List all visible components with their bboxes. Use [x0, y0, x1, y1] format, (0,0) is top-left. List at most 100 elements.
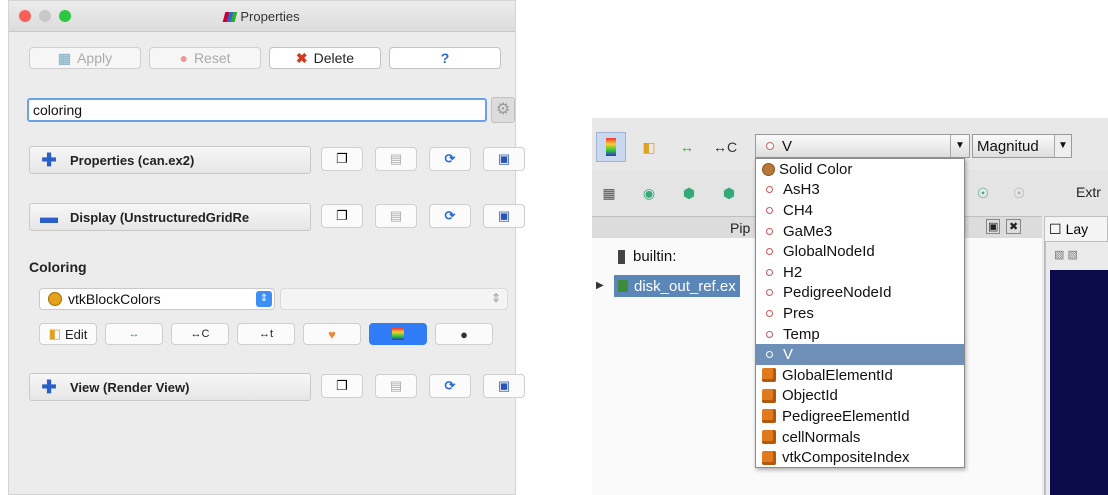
eye-visibility-icon: [618, 280, 628, 292]
copy-button[interactable]: ❐: [321, 374, 363, 398]
calculator-icon: ▦: [602, 184, 616, 201]
point-data-icon: [766, 351, 773, 359]
section-display[interactable]: ▬ Display (UnstructuredGridRe: [29, 203, 311, 231]
properties-panel: Properties ▦ Apply ● Reset ✖ Delete ? color…: [8, 0, 525, 495]
coloring-toolbar: ◧ Edit ↔ ↔C ↔t ♥ ●: [39, 323, 493, 345]
copy-button[interactable]: ❐: [321, 147, 363, 171]
dropdown-item-label: GaMe3: [783, 222, 833, 240]
copy-button[interactable]: ❐: [321, 204, 363, 228]
coloring-array-select[interactable]: vtkBlockColors ⇕: [39, 288, 275, 310]
search-input[interactable]: coloring: [27, 98, 487, 122]
restore-defaults-button[interactable]: ⟳: [429, 147, 471, 171]
stream-icon: ☉: [1012, 184, 1026, 201]
save-icon: ▣: [497, 378, 511, 393]
paste-button[interactable]: ▤: [375, 374, 417, 398]
dropdown-item[interactable]: Temp: [756, 324, 964, 345]
dropdown-item[interactable]: vtkCompositeIndex: [756, 447, 964, 468]
close-panel-button[interactable]: ✖: [1006, 219, 1022, 234]
clip-filter-button[interactable]: ⬢: [676, 180, 702, 206]
layout-toolbar: ▧ ▧: [1054, 248, 1078, 261]
render-view[interactable]: [1050, 270, 1108, 495]
apply-button[interactable]: ▦ Apply: [29, 47, 141, 69]
rescale-data-range-button[interactable]: ↔: [105, 323, 163, 345]
rescale-custom-range-button[interactable]: ↔C: [712, 134, 738, 160]
dropdown-item[interactable]: AsH3: [756, 180, 964, 201]
slice-icon: ⬢: [722, 184, 736, 201]
section-view[interactable]: ✚ View (Render View): [29, 373, 311, 401]
save-defaults-button[interactable]: ▣: [483, 374, 525, 398]
edit-color-map-button[interactable]: ◧: [636, 134, 662, 160]
paste-button[interactable]: ▤: [375, 204, 417, 228]
rescale-custom-icon: ↔C: [712, 139, 738, 155]
help-button[interactable]: ?: [389, 47, 501, 69]
edit-color-map-button[interactable]: ◧ Edit: [39, 323, 97, 345]
layout-tab[interactable]: ☐ Lay: [1044, 216, 1108, 242]
calculator-filter-button[interactable]: ▦: [596, 180, 622, 206]
delete-button[interactable]: ✖ Delete: [269, 47, 381, 69]
contour-icon: ◉: [642, 184, 656, 201]
toggle-color-legend-button[interactable]: [369, 323, 427, 345]
expand-plus-icon: ✚: [41, 376, 57, 397]
restore-defaults-button[interactable]: ⟳: [429, 374, 471, 398]
rescale-data-range-button[interactable]: ↔: [674, 134, 700, 160]
dropdown-item[interactable]: ObjectId: [756, 386, 964, 407]
tree-item-disk-out-ref[interactable]: disk_out_ref.ex: [614, 275, 740, 297]
paste-icon: ▤: [389, 151, 403, 166]
paraview-main-window-crop: ◧ ↔ ↔C V ▼ Magnitud ▼ ▦ ◉ ⬢ ⬢ ☉ ☉ Extr P…: [592, 118, 1108, 495]
restore-defaults-button[interactable]: ⟳: [429, 204, 471, 228]
glyph-filter-button[interactable]: ☉: [970, 180, 996, 206]
coloring-component-select[interactable]: ⇕: [280, 288, 508, 310]
tree-item-builtin[interactable]: builtin:: [618, 248, 676, 265]
dropdown-item[interactable]: cellNormals: [756, 427, 964, 448]
paste-button[interactable]: ▤: [375, 147, 417, 171]
extract-filter-label[interactable]: Extr: [1076, 184, 1101, 200]
contour-filter-button[interactable]: ◉: [636, 180, 662, 206]
point-data-icon: [766, 186, 773, 194]
dropdown-item[interactable]: V: [756, 344, 964, 365]
splitter[interactable]: [1044, 238, 1046, 495]
edit-color-legend-button[interactable]: ●: [435, 323, 493, 345]
advanced-settings-gear-button[interactable]: ⚙: [491, 97, 515, 123]
expand-arrow-icon[interactable]: ▶: [596, 280, 604, 291]
dropdown-item[interactable]: PedigreeNodeId: [756, 283, 964, 304]
preset-icon: ♥: [328, 326, 336, 342]
dropdown-item[interactable]: Pres: [756, 303, 964, 324]
copy-icon: ❐: [336, 151, 348, 166]
split-vertical-icon[interactable]: ▧: [1067, 249, 1077, 261]
reset-button[interactable]: ● Reset: [149, 47, 261, 69]
color-by-select[interactable]: V ▼: [755, 134, 970, 158]
dropdown-item[interactable]: Solid Color: [756, 159, 964, 180]
rescale-temporal-range-button[interactable]: ↔t: [237, 323, 295, 345]
dropdown-item[interactable]: GlobalNodeId: [756, 241, 964, 262]
dropdown-item-label: V: [783, 346, 794, 364]
section-properties[interactable]: ✚ Properties (can.ex2): [29, 146, 311, 174]
float-panel-button[interactable]: ▣: [986, 219, 1001, 234]
slice-filter-button[interactable]: ⬢: [716, 180, 742, 206]
rescale-custom-icon: ↔C: [190, 328, 210, 340]
dropdown-item-label: GlobalElementId: [782, 366, 893, 384]
refresh-icon: ⟳: [444, 151, 456, 166]
dropdown-item[interactable]: GaMe3: [756, 221, 964, 242]
rescale-custom-range-button[interactable]: ↔C: [171, 323, 229, 345]
split-icon[interactable]: ▧: [1054, 249, 1064, 261]
block-colors-icon: [48, 292, 62, 306]
view-section-buttons: ❐ ▤ ⟳ ▣: [321, 374, 525, 400]
point-data-icon: [766, 309, 773, 317]
dropdown-item-label: Solid Color: [779, 160, 853, 178]
component-select[interactable]: Magnitud ▼: [972, 134, 1072, 158]
choose-preset-button[interactable]: ♥: [303, 323, 361, 345]
save-defaults-button[interactable]: ▣: [483, 204, 525, 228]
dropdown-item[interactable]: PedigreeElementId: [756, 406, 964, 427]
dropdown-arrow-icon: ▼: [950, 135, 969, 157]
dropdown-item[interactable]: H2: [756, 262, 964, 283]
dropdown-arrow-icon: ▼: [1054, 135, 1071, 157]
window-titlebar: Properties: [9, 1, 515, 32]
toggle-color-legend-button[interactable]: [596, 132, 626, 162]
save-icon: ▣: [497, 151, 511, 166]
dropdown-item[interactable]: GlobalElementId: [756, 365, 964, 386]
collapse-minus-icon: ▬: [40, 206, 58, 227]
stream-tracer-filter-button[interactable]: ☉: [1006, 180, 1032, 206]
save-defaults-button[interactable]: ▣: [483, 147, 525, 171]
dropdown-item[interactable]: CH4: [756, 200, 964, 221]
dropdown-item-label: vtkCompositeIndex: [782, 449, 910, 467]
